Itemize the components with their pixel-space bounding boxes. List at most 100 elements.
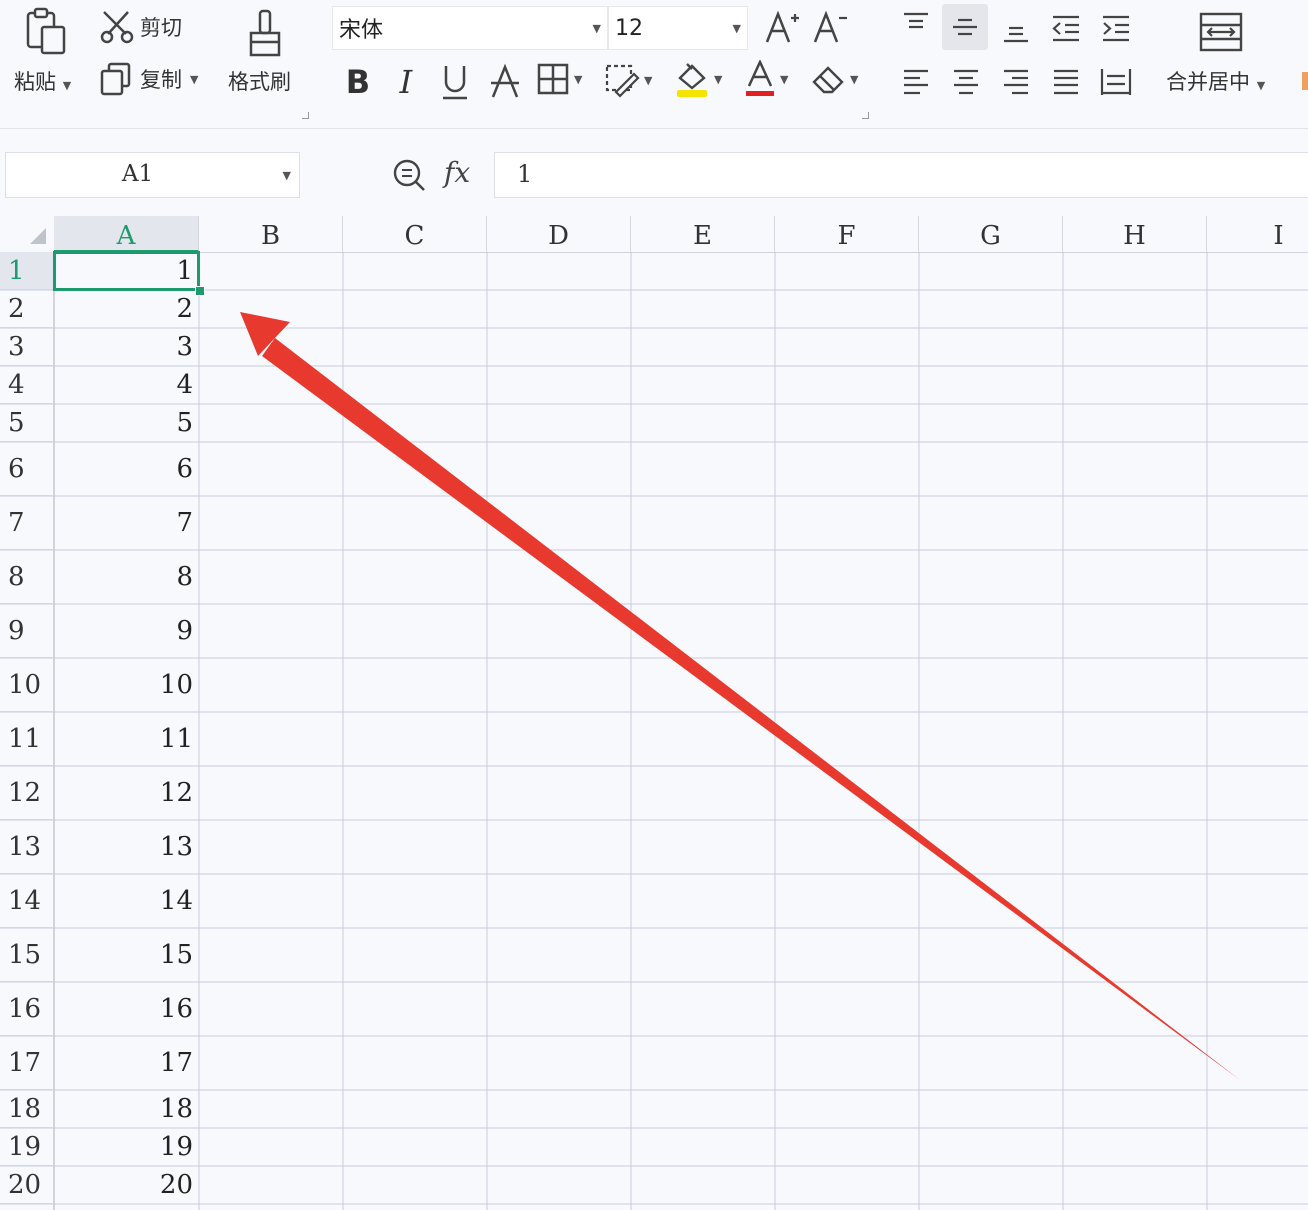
cell-a15[interactable]: 15 [54,928,199,982]
scissors-icon [100,11,134,44]
distributed-align-button[interactable] [1096,62,1136,102]
cell-a12[interactable]: 12 [54,766,199,820]
row-header[interactable]: 4 [0,366,54,404]
paste-button[interactable] [18,6,74,58]
row-header[interactable]: 10 [0,658,54,712]
column-header-g[interactable]: G [919,216,1063,252]
name-box[interactable]: A1 ▼ [5,152,300,198]
cell-a9[interactable]: 9 [54,604,199,658]
increase-font-icon [765,10,799,43]
column-header-a[interactable]: A [54,216,199,252]
next-group-edge [1302,72,1308,90]
font-size-select[interactable]: 12 ▼ [608,6,748,50]
align-left-button[interactable] [896,62,936,102]
cell-a2[interactable]: 2 [54,290,199,328]
font-color-button[interactable]: ▼ [744,60,788,98]
cell-a6[interactable]: 6 [54,442,199,496]
column-header-f[interactable]: F [775,216,919,252]
row-header[interactable]: 14 [0,874,54,928]
cell-format-button[interactable]: ▼ [604,62,652,98]
decrease-font-button[interactable] [810,8,850,48]
row-header[interactable]: 17 [0,1036,54,1090]
cut-button[interactable]: 剪切 [100,10,182,44]
align-top-button[interactable] [896,6,936,46]
select-all-corner[interactable] [0,216,54,252]
cell-a17[interactable]: 17 [54,1036,199,1090]
row-header[interactable]: 9 [0,604,54,658]
justify-button[interactable] [1046,62,1086,102]
copy-label: 复制 [140,68,182,92]
align-left-icon [904,69,928,95]
increase-font-button[interactable] [762,8,802,48]
clipboard-group-launcher[interactable] [302,112,309,119]
underline-button[interactable] [434,60,476,104]
row-header[interactable]: 11 [0,712,54,766]
zoom-formula-button[interactable] [390,156,428,194]
paste-icon [26,7,66,55]
row-header[interactable]: 18 [0,1090,54,1128]
column-header-h[interactable]: H [1063,216,1207,252]
distributed-icon [1100,69,1132,95]
chevron-down-icon: ▼ [62,79,72,92]
italic-button[interactable]: I [386,60,426,104]
cell-a3[interactable]: 3 [54,328,199,366]
cell-a8[interactable]: 8 [54,550,199,604]
increase-indent-button[interactable] [1096,8,1136,48]
borders-button[interactable]: ▼ [536,62,582,96]
row-header[interactable]: 7 [0,496,54,550]
row-header[interactable]: 19 [0,1128,54,1166]
column-header-d[interactable]: D [487,216,631,252]
merge-center-dropdown[interactable]: 合并居中 ▼ [1166,66,1265,96]
cell-a13[interactable]: 13 [54,820,199,874]
row-header[interactable]: 12 [0,766,54,820]
fill-handle[interactable] [195,286,205,296]
cell-a5[interactable]: 5 [54,404,199,442]
row-header[interactable]: 13 [0,820,54,874]
paste-label: 粘贴 [14,70,56,94]
align-right-button[interactable] [996,62,1036,102]
decrease-indent-button[interactable] [1046,8,1086,48]
insert-function-button[interactable]: fx [444,156,470,189]
row-header[interactable]: 2 [0,290,54,328]
cell-a19[interactable]: 19 [54,1128,199,1166]
row-header[interactable]: 8 [0,550,54,604]
font-name-select[interactable]: 宋体 ▼ [332,6,608,50]
strikethrough-button[interactable] [484,60,526,104]
align-center-button[interactable] [946,62,986,102]
cell-a14[interactable]: 14 [54,874,199,928]
cell-a4[interactable]: 4 [54,366,199,404]
cell-a20[interactable]: 20 [54,1166,199,1204]
paste-dropdown[interactable]: 粘贴 ▼ [14,66,71,96]
cell-a16[interactable]: 16 [54,982,199,1036]
row-header[interactable]: 5 [0,404,54,442]
formula-input[interactable]: 1 [494,152,1308,198]
copy-button[interactable]: 复制 ▼ [100,62,198,96]
bold-button[interactable]: B [338,60,378,104]
row-header[interactable]: 6 [0,442,54,496]
row-header[interactable]: 15 [0,928,54,982]
cell-a11[interactable]: 11 [54,712,199,766]
cell-a10[interactable]: 10 [54,658,199,712]
row-header[interactable]: 16 [0,982,54,1036]
row-header[interactable]: 3 [0,328,54,366]
align-bottom-button[interactable] [996,8,1036,48]
clear-button[interactable]: ▼ [810,62,858,96]
borders-icon [537,63,569,95]
fill-color-button[interactable]: ▼ [674,60,722,98]
align-middle-button[interactable] [942,4,988,50]
row-header[interactable]: 1 [0,252,54,290]
decrease-indent-icon [1052,15,1079,42]
column-header-e[interactable]: E [631,216,775,252]
align-right-icon [1004,69,1028,95]
cell-a7[interactable]: 7 [54,496,199,550]
column-header-c[interactable]: C [343,216,487,252]
column-header-b[interactable]: B [199,216,343,252]
chevron-down-icon: ▼ [732,22,741,35]
merge-center-button[interactable] [1196,8,1246,56]
row-header[interactable]: 20 [0,1166,54,1204]
font-group-launcher[interactable] [862,112,869,119]
column-header-i[interactable]: I [1207,216,1308,252]
active-cell-selection[interactable] [53,251,200,291]
cell-a18[interactable]: 18 [54,1090,199,1128]
format-painter-button[interactable] [240,6,290,60]
